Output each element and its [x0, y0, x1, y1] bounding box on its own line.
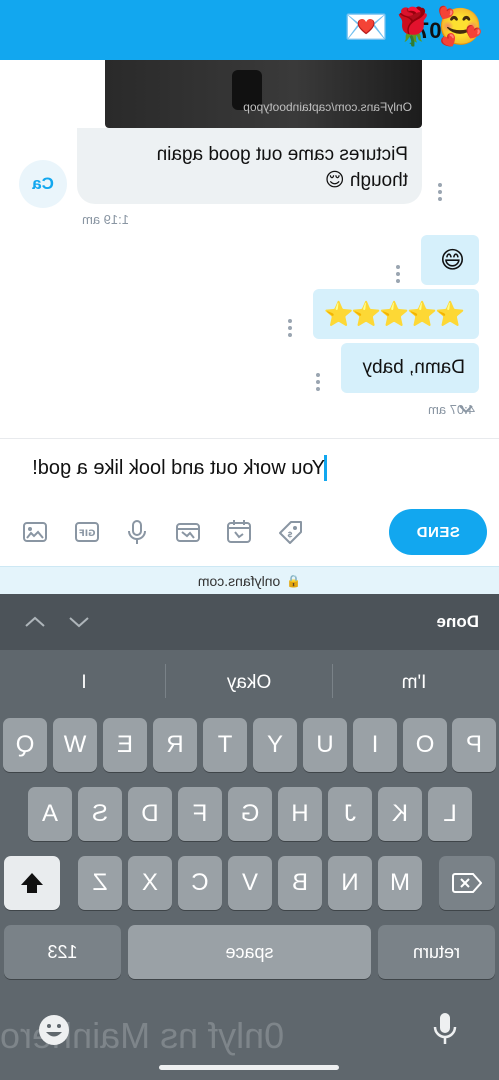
outgoing-message-menu-icon[interactable] [315, 373, 321, 391]
microphone-icon[interactable] [123, 518, 151, 546]
key-b[interactable]: B [278, 856, 322, 910]
vault-icon[interactable] [174, 518, 202, 546]
outgoing-message-text: Damn, baby [362, 357, 465, 378]
outgoing-message-text: 😄 [439, 246, 465, 274]
outgoing-message-bubble[interactable]: 😄 [421, 235, 479, 285]
browser-url-bar[interactable]: 🔒 onlyfans.com [0, 566, 499, 594]
emoji-icon[interactable] [37, 1013, 71, 1047]
key-g[interactable]: G [228, 787, 272, 841]
numbers-key[interactable]: 123 [4, 925, 121, 979]
outgoing-message-text: ⭐⭐⭐⭐⭐ [325, 300, 465, 328]
lock-icon: 🔒 [286, 573, 302, 588]
image-icon[interactable] [21, 518, 49, 546]
incoming-message-text: Pictures came out good again though 😌 [156, 144, 408, 191]
keyboard-accessory-bar: Done [0, 594, 499, 650]
chevron-up-icon[interactable] [23, 610, 47, 634]
key-e[interactable]: E [103, 718, 147, 772]
chat-thread[interactable]: OnlyFans.com/captainbootypop Pictures ca… [0, 60, 499, 438]
done-button[interactable]: Done [437, 612, 480, 632]
keyboard-bottom-bar: 0nlyf ns Mainhero [0, 1005, 499, 1080]
avatar[interactable]: Ca [19, 160, 67, 208]
key-h[interactable]: H [278, 787, 322, 841]
key-o[interactable]: O [403, 718, 447, 772]
key-y[interactable]: Y [253, 718, 297, 772]
url-domain: onlyfans.com [197, 572, 281, 589]
backspace-key[interactable] [439, 856, 495, 910]
suggestion-item[interactable]: Okay [199, 672, 299, 694]
key-u[interactable]: U [303, 718, 347, 772]
shift-arrow-icon [21, 873, 43, 893]
on-screen-keyboard: I Okay I'm Q W E R T Y U I O P A S D F G… [0, 650, 499, 1080]
key-f[interactable]: F [178, 787, 222, 841]
key-w[interactable]: W [53, 718, 97, 772]
outgoing-message-menu-icon[interactable] [395, 265, 401, 283]
suggestion-item[interactable]: I [74, 672, 94, 694]
backspace-icon [452, 873, 482, 893]
key-z[interactable]: Z [78, 856, 122, 910]
outgoing-message-bubble[interactable]: ⭐⭐⭐⭐⭐ [313, 289, 479, 339]
message-composer: You work out and look like a god! SEND G… [0, 438, 499, 566]
return-key[interactable]: return [378, 925, 495, 979]
suggestion-divider [165, 664, 166, 698]
dictation-mic-icon[interactable] [431, 1011, 459, 1047]
message-input[interactable]: You work out and look like a god! [32, 457, 325, 480]
read-check-icon [459, 405, 473, 414]
key-k[interactable]: K [378, 787, 422, 841]
status-bar: 4:07 🥰🌹💌 [0, 0, 499, 60]
outgoing-message-menu-icon[interactable] [287, 319, 293, 337]
key-q[interactable]: Q [3, 718, 47, 772]
key-s[interactable]: S [78, 787, 122, 841]
price-tag-icon[interactable]: $ [277, 518, 305, 546]
suggestion-divider [332, 664, 333, 698]
key-n[interactable]: N [328, 856, 372, 910]
gif-icon[interactable]: GIF [73, 518, 101, 546]
key-v[interactable]: V [228, 856, 272, 910]
incoming-message-bubble[interactable]: Pictures came out good again though 😌 [77, 128, 422, 204]
svg-text:$: $ [287, 530, 293, 539]
key-l[interactable]: L [428, 787, 472, 841]
incoming-message-menu-icon[interactable] [437, 183, 443, 201]
key-r[interactable]: R [153, 718, 197, 772]
key-m[interactable]: M [378, 856, 422, 910]
notification-emojis: 🥰🌹💌 [342, 6, 483, 47]
key-i[interactable]: I [353, 718, 397, 772]
send-button[interactable]: SEND [389, 509, 487, 555]
svg-text:GIF: GIF [79, 529, 96, 539]
suggestion-item[interactable]: I'm [384, 672, 444, 694]
media-watermark: OnlyFans.com/captainbootypop [243, 100, 412, 114]
key-a[interactable]: A [28, 787, 72, 841]
chevron-down-icon[interactable] [67, 610, 91, 634]
key-x[interactable]: X [128, 856, 172, 910]
key-p[interactable]: P [452, 718, 496, 772]
media-attachment[interactable]: OnlyFans.com/captainbootypop [105, 60, 422, 128]
space-key[interactable]: space [128, 925, 371, 979]
outgoing-message-bubble[interactable]: Damn, baby [341, 343, 479, 393]
incoming-timestamp: 1:19 am [82, 212, 129, 227]
key-d[interactable]: D [128, 787, 172, 841]
key-t[interactable]: T [203, 718, 247, 772]
home-indicator[interactable] [159, 1065, 339, 1070]
shift-key[interactable] [4, 856, 60, 910]
key-c[interactable]: C [178, 856, 222, 910]
keyboard-watermark: 0nlyf ns Mainhero [0, 1015, 285, 1056]
key-j[interactable]: J [328, 787, 372, 841]
schedule-icon[interactable] [225, 518, 253, 546]
suggestion-bar: I Okay I'm [0, 650, 499, 714]
